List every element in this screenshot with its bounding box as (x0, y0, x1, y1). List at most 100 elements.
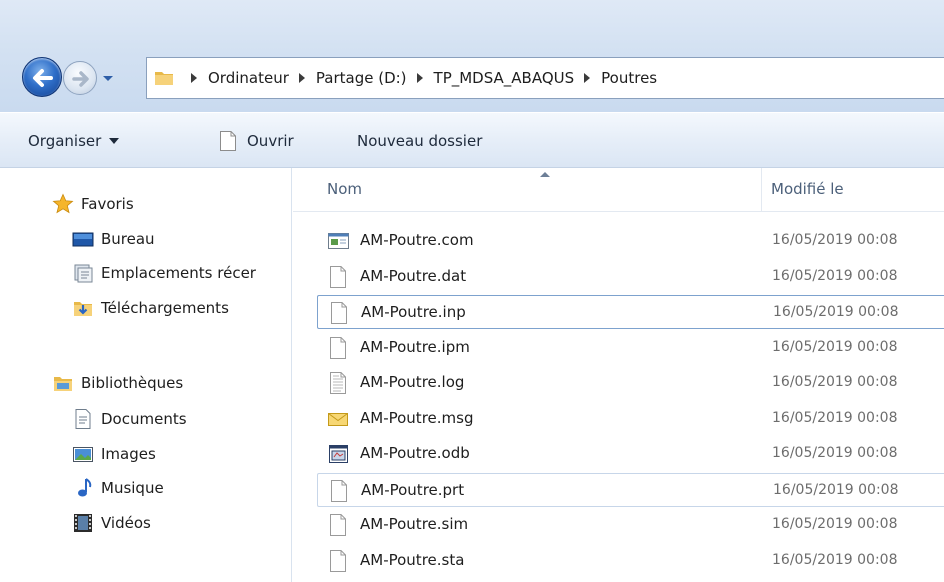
file-list: Nom Modifié le AM-Poutre.com 16/05/2019 0… (293, 168, 944, 582)
sidebar-item-musique[interactable]: Musique (72, 473, 164, 503)
file-row[interactable]: AM-Poutre.odb 16/05/2019 00:08 (317, 437, 944, 471)
open-label: Ouvrir (247, 132, 294, 150)
executable-icon (328, 233, 349, 249)
file-name: AM-Poutre.odb (360, 444, 470, 462)
file-modified-date: 16/05/2019 00:08 (772, 409, 898, 426)
address-bar[interactable]: Ordinateur Partage (D:) TP_MDSA_ABAQUS P… (146, 57, 944, 99)
star-icon (52, 193, 74, 214)
file-icon (331, 302, 347, 324)
file-row[interactable]: AM-Poutre.log 16/05/2019 00:08 (317, 366, 944, 400)
file-row[interactable]: AM-Poutre.sta 16/05/2019 00:08 (317, 544, 944, 578)
file-name: AM-Poutre.com (360, 231, 474, 249)
file-name: AM-Poutre.prt (361, 480, 465, 499)
sidebar-item-label: Téléchargements (101, 299, 229, 317)
file-modified-date: 16/05/2019 00:08 (772, 338, 898, 355)
favorites-label: Favoris (81, 195, 134, 213)
forward-arrow-icon (72, 71, 89, 87)
file-modified-date: 16/05/2019 00:08 (772, 232, 898, 248)
recent-places-icon (74, 264, 93, 283)
forward-button[interactable] (63, 61, 97, 95)
breadcrumb-tp-mdsa-abaqus[interactable]: TP_MDSA_ABAQUS (434, 69, 575, 87)
text-file-icon (330, 372, 346, 394)
file-icon (330, 514, 346, 536)
sidebar-item-videos[interactable]: Vidéos (72, 508, 151, 538)
file-row[interactable]: AM-Poutre.inp 16/05/2019 00:08 (317, 295, 944, 329)
file-name: AM-Poutre.ipm (360, 337, 470, 356)
downloads-folder-icon (74, 302, 92, 316)
file-modified-date: 16/05/2019 00:08 (773, 304, 899, 320)
column-divider[interactable] (761, 168, 762, 212)
breadcrumb-separator-icon[interactable] (298, 73, 305, 83)
column-header-modified[interactable]: Modifié le (771, 180, 844, 198)
breadcrumb-separator-icon[interactable] (584, 73, 591, 83)
file-modified-date: 16/05/2019 00:08 (772, 551, 898, 568)
sidebar-item-label: Documents (101, 410, 187, 428)
chevron-down-icon (109, 138, 120, 144)
folder-icon (155, 72, 173, 85)
column-header-row: Nom Modifié le (293, 168, 944, 212)
file-modified-date: 16/05/2019 00:08 (772, 374, 898, 390)
file-row[interactable]: AM-Poutre.sim 16/05/2019 00:08 (317, 508, 944, 542)
file-modified-date: 16/05/2019 00:08 (772, 445, 898, 461)
mail-icon (328, 412, 348, 426)
file-name: AM-Poutre.dat (360, 266, 467, 285)
explorer-window: Ordinateur Partage (D:) TP_MDSA_ABAQUS P… (0, 0, 944, 582)
sidebar-item-telechargements[interactable]: Téléchargements (72, 293, 229, 323)
breadcrumb-separator-icon[interactable] (191, 73, 197, 83)
sort-ascending-icon (540, 172, 550, 177)
file-row[interactable]: AM-Poutre.msg 16/05/2019 00:08 (317, 402, 944, 436)
new-folder-button[interactable]: Nouveau dossier (357, 113, 482, 169)
open-button[interactable]: Ouvrir (219, 113, 294, 169)
breadcrumb-separator-icon[interactable] (416, 73, 423, 83)
file-modified-date: 16/05/2019 00:08 (772, 267, 898, 284)
sidebar-item-label: Bureau (101, 230, 155, 248)
videos-icon (74, 514, 92, 532)
file-name: AM-Poutre.inp (361, 303, 466, 321)
file-name: AM-Poutre.msg (360, 408, 474, 427)
file-icon (330, 336, 346, 359)
file-icon (220, 131, 236, 151)
back-button[interactable] (22, 57, 62, 97)
breadcrumb-ordinateur[interactable]: Ordinateur (208, 69, 289, 87)
sidebar-item-documents[interactable]: Documents (72, 404, 187, 434)
organiser-button[interactable]: Organiser (28, 113, 120, 169)
file-name: AM-Poutre.log (360, 373, 465, 391)
sidebar-item-label: Musique (101, 479, 164, 497)
library-icon (54, 377, 72, 391)
libraries-label: Bibliothèques (81, 374, 184, 392)
sidebar-item-bureau[interactable]: Bureau (72, 224, 155, 254)
desktop-icon (72, 232, 94, 247)
sidebar-item-label: Emplacements récer (101, 264, 256, 282)
file-modified-date: 16/05/2019 00:08 (772, 516, 898, 532)
file-modified-date: 16/05/2019 00:08 (773, 481, 899, 498)
recent-locations-dropdown[interactable] (99, 65, 117, 91)
breadcrumb-partage[interactable]: Partage (D:) (316, 69, 407, 87)
back-arrow-icon (33, 69, 53, 87)
breadcrumb-poutres[interactable]: Poutres (601, 69, 657, 87)
odb-icon (329, 445, 348, 463)
new-folder-label: Nouveau dossier (357, 132, 483, 150)
file-row[interactable]: AM-Poutre.com 16/05/2019 00:08 (317, 224, 944, 258)
sidebar-item-images[interactable]: Images (72, 439, 156, 469)
documents-icon (75, 409, 91, 429)
file-name: AM-Poutre.sta (360, 550, 465, 569)
file-row[interactable]: AM-Poutre.ipm 16/05/2019 00:08 (317, 331, 944, 365)
file-row[interactable]: AM-Poutre.dat 16/05/2019 00:08 (317, 260, 944, 294)
music-icon (78, 478, 92, 497)
images-icon (73, 447, 93, 462)
breadcrumb: Ordinateur Partage (D:) TP_MDSA_ABAQUS P… (181, 58, 657, 98)
command-bar: Organiser Ouvrir Nouveau dossier (0, 112, 944, 168)
sidebar-item-label: Images (101, 445, 156, 463)
file-name: AM-Poutre.sim (360, 515, 469, 533)
file-icon (331, 479, 347, 502)
nav-libraries[interactable]: Bibliothèques (52, 368, 183, 398)
file-icon (330, 265, 346, 288)
sidebar-item-label: Vidéos (101, 514, 151, 532)
organiser-label: Organiser (28, 132, 102, 150)
file-row[interactable]: AM-Poutre.prt 16/05/2019 00:08 (317, 472, 944, 507)
chevron-down-icon (103, 76, 113, 81)
navigation-bar: Ordinateur Partage (D:) TP_MDSA_ABAQUS P… (0, 0, 944, 112)
nav-favorites[interactable]: Favoris (52, 189, 134, 219)
sidebar-item-emplacements-recents[interactable]: Emplacements récer (72, 258, 256, 288)
column-header-name[interactable]: Nom (327, 180, 362, 198)
